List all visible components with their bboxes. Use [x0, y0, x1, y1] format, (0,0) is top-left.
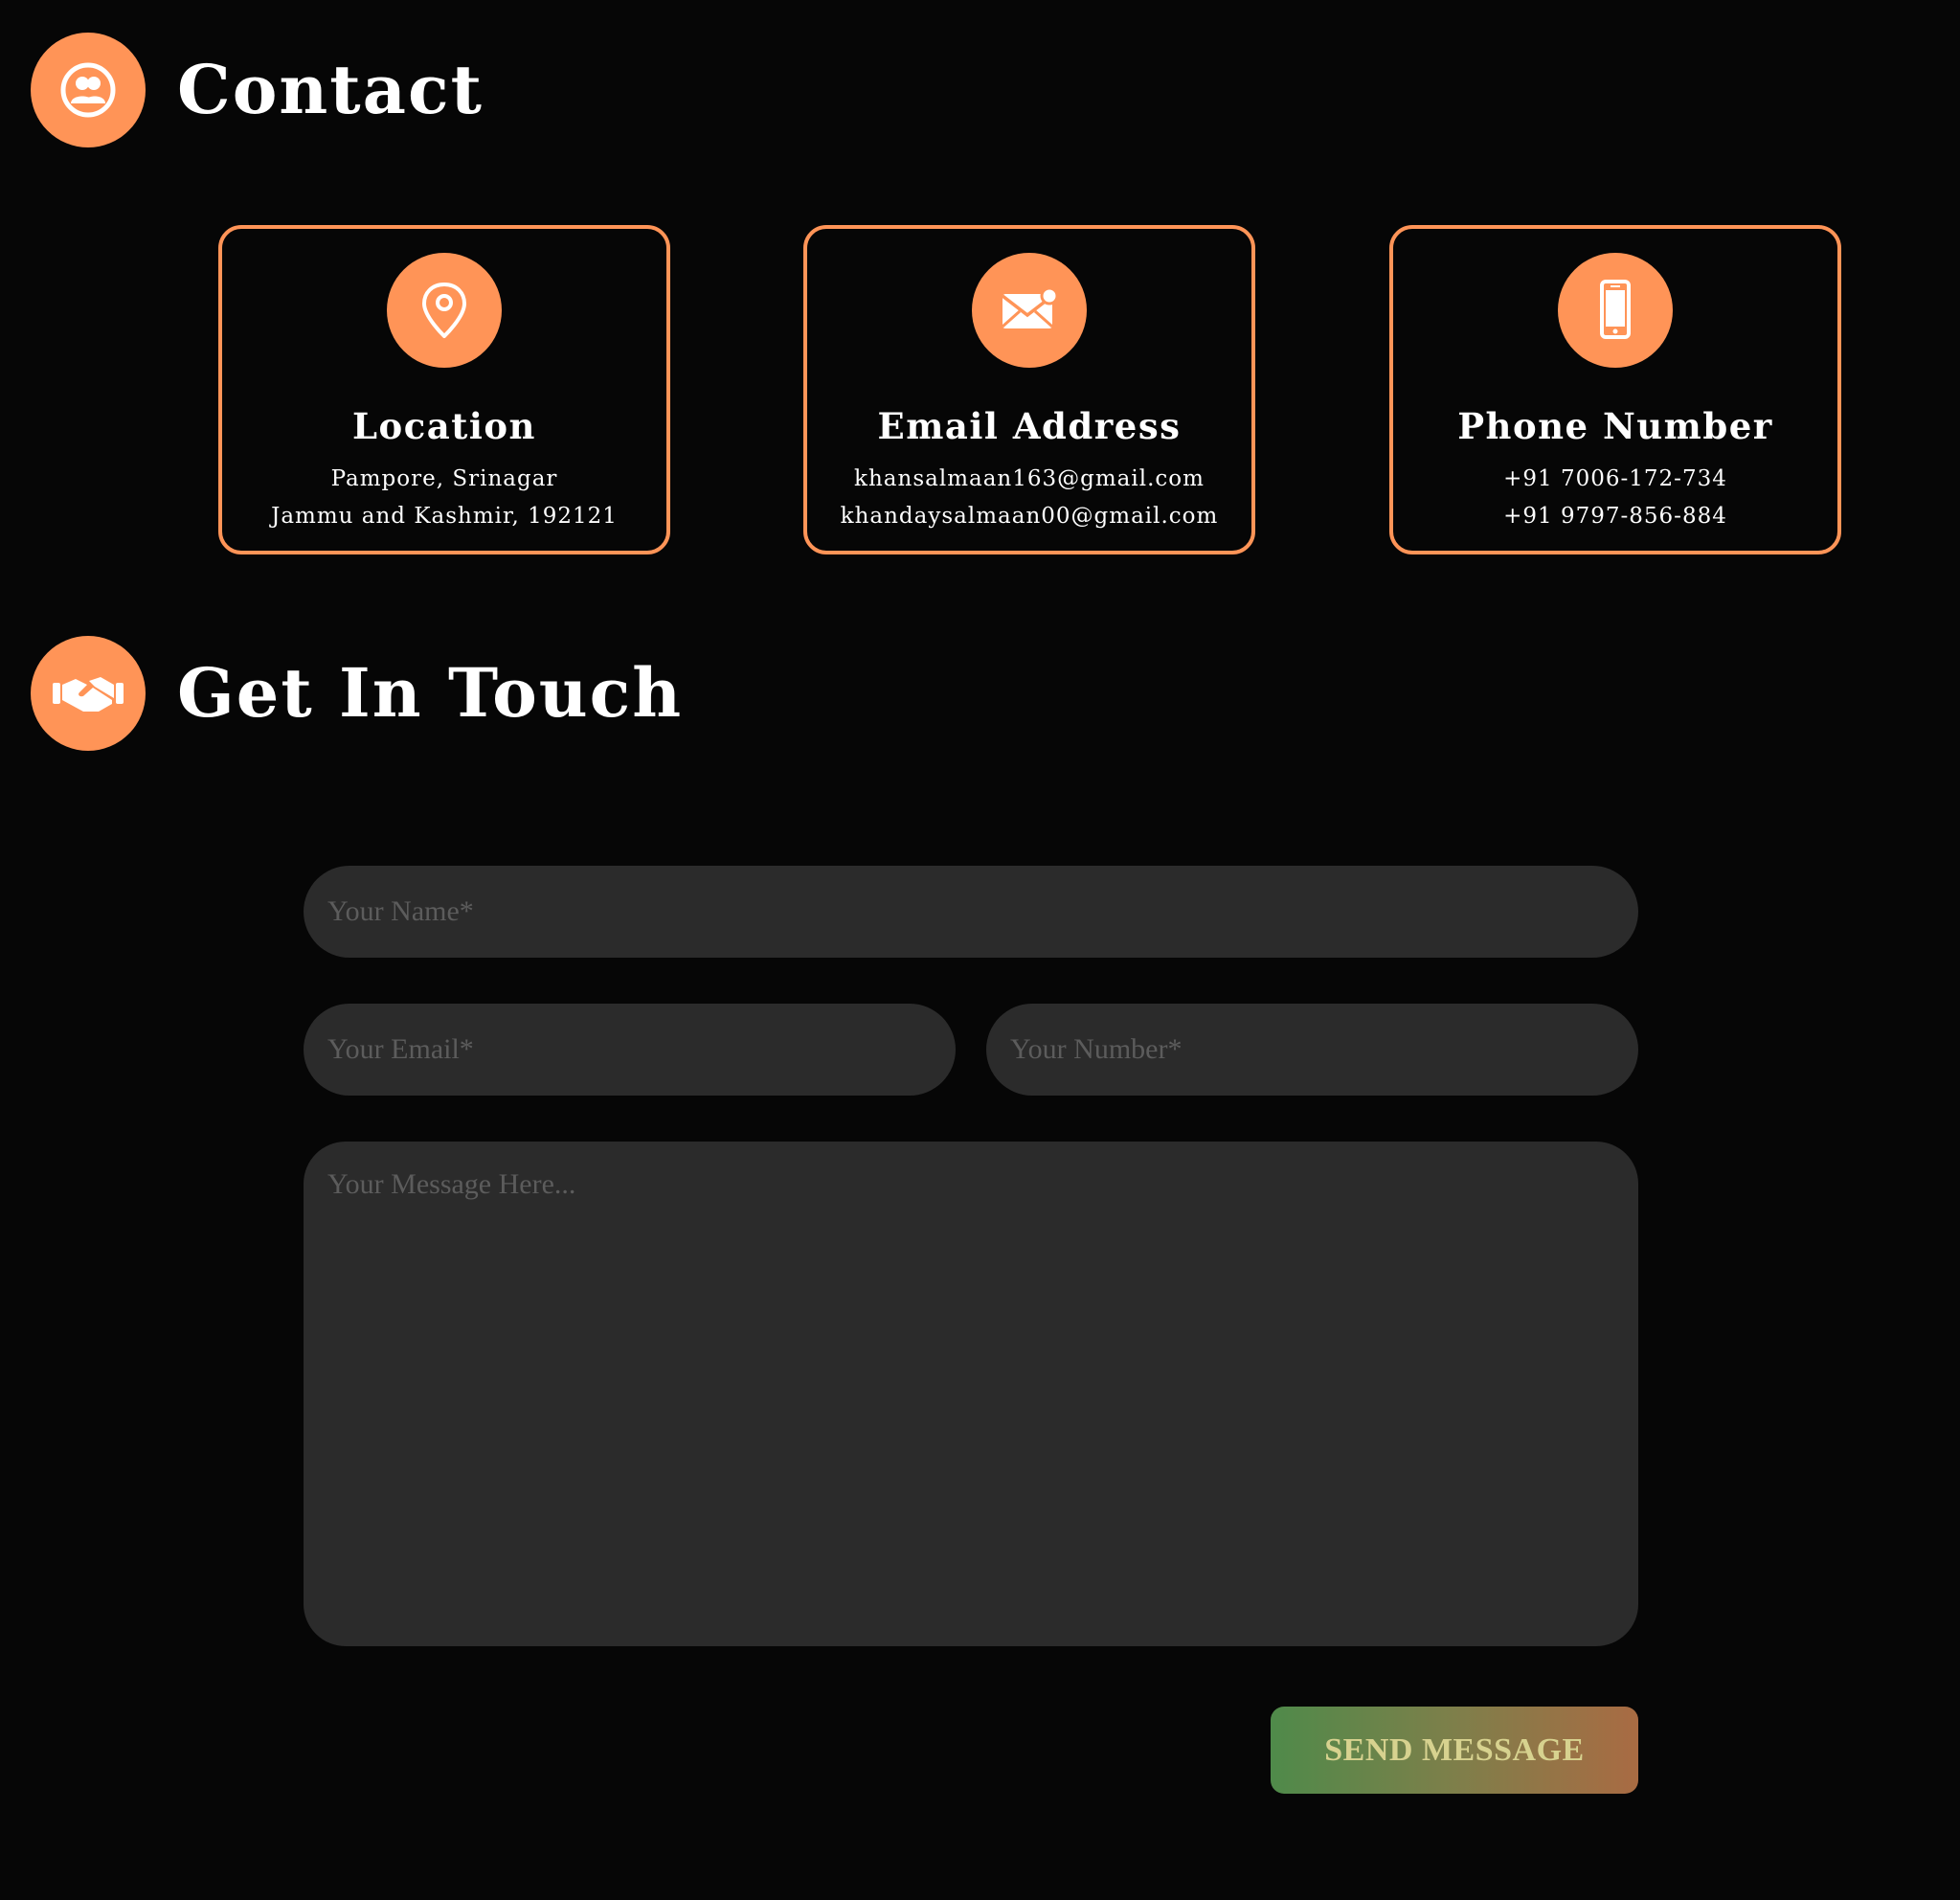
email-card: Email Address khansalmaan163@gmail.com k…	[803, 225, 1255, 554]
contact-title: Contact	[177, 50, 484, 129]
name-input[interactable]	[304, 866, 1638, 958]
email-line-2[interactable]: khandaysalmaan00@gmail.com	[807, 506, 1251, 528]
phone-line-2[interactable]: +91 9797-856-884	[1393, 506, 1837, 528]
handshake-icon	[31, 636, 146, 751]
location-card: Location Pampore, Srinagar Jammu and Kas…	[218, 225, 670, 554]
number-input[interactable]	[986, 1004, 1638, 1096]
location-line-2: Jammu and Kashmir, 192121	[271, 504, 618, 529]
envelope-icon	[972, 253, 1087, 368]
location-line-1: Pampore, Srinagar	[330, 466, 558, 491]
get-in-touch-header: Get In Touch	[31, 636, 683, 751]
contact-header: Contact	[31, 33, 484, 147]
email-title: Email Address	[877, 405, 1182, 447]
phone-icon	[1558, 253, 1673, 368]
map-pin-icon	[387, 253, 502, 368]
email-input[interactable]	[304, 1004, 956, 1096]
phone-line-1[interactable]: +91 7006-172-734	[1393, 468, 1837, 490]
get-in-touch-title: Get In Touch	[177, 653, 684, 733]
send-message-button[interactable]: SEND MESSAGE	[1271, 1707, 1638, 1794]
phone-title: Phone Number	[1457, 405, 1773, 447]
email-line-1[interactable]: khansalmaan163@gmail.com	[807, 468, 1251, 490]
contacts-icon	[31, 33, 146, 147]
location-title: Location	[352, 405, 536, 447]
message-textarea[interactable]	[304, 1142, 1638, 1646]
phone-card: Phone Number +91 7006-172-734 +91 9797-8…	[1389, 225, 1841, 554]
